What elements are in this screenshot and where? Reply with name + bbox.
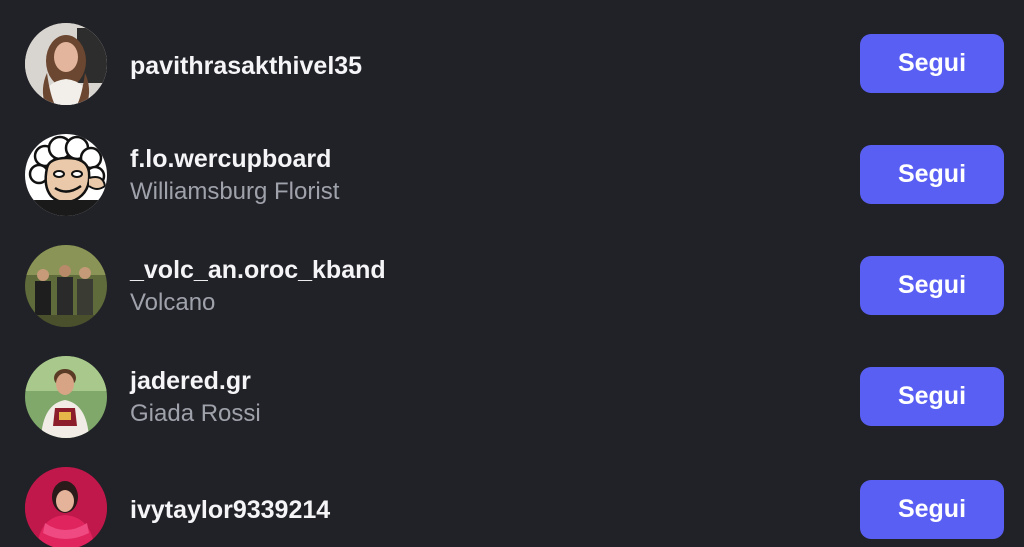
profile-photo-icon <box>25 356 107 438</box>
avatar[interactable] <box>25 134 107 216</box>
username[interactable]: jadered.gr <box>130 366 261 396</box>
profile-photo-icon <box>25 467 107 547</box>
avatar[interactable] <box>25 356 107 438</box>
follow-button[interactable]: Segui <box>860 367 1004 426</box>
account-text: jadered.gr Giada Rossi <box>130 366 261 429</box>
follow-button[interactable]: Segui <box>860 34 1004 93</box>
profile-photo-icon <box>25 23 107 105</box>
full-name: Williamsburg Florist <box>130 178 340 205</box>
sheep-cartoon-icon <box>25 134 107 216</box>
follow-button[interactable]: Segui <box>860 145 1004 204</box>
username[interactable]: ivytaylor9339214 <box>130 495 330 525</box>
follow-button[interactable]: Segui <box>860 480 1004 539</box>
account-text: _volc_an.oroc_kband Volcano <box>130 255 386 318</box>
avatar[interactable] <box>25 245 107 327</box>
full-name: Giada Rossi <box>130 400 261 427</box>
list-item: pavithrasakthivel35 Segui <box>0 13 1024 113</box>
username[interactable]: f.lo.wercupboard <box>130 144 339 174</box>
username[interactable]: _volc_an.oroc_kband <box>130 255 386 285</box>
avatar[interactable] <box>25 23 107 105</box>
list-item: jadered.gr Giada Rossi Segui <box>0 346 1024 446</box>
account-text: f.lo.wercupboard Williamsburg Florist <box>130 144 339 207</box>
list-item: _volc_an.oroc_kband Volcano Segui <box>0 235 1024 335</box>
username[interactable]: pavithrasakthivel35 <box>130 51 362 81</box>
account-text: pavithrasakthivel35 <box>130 51 362 81</box>
list-item: ivytaylor9339214 Segui <box>0 457 1024 547</box>
follow-button[interactable]: Segui <box>860 256 1004 315</box>
avatar[interactable] <box>25 467 107 547</box>
list-item: f.lo.wercupboard Williamsburg Florist Se… <box>0 124 1024 224</box>
band-photo-icon <box>25 245 107 327</box>
suggested-accounts-list: pavithrasakthivel35 Segui f.lo.wercupboa… <box>0 0 1024 547</box>
account-text: ivytaylor9339214 <box>130 495 330 525</box>
full-name: Volcano <box>130 289 216 316</box>
